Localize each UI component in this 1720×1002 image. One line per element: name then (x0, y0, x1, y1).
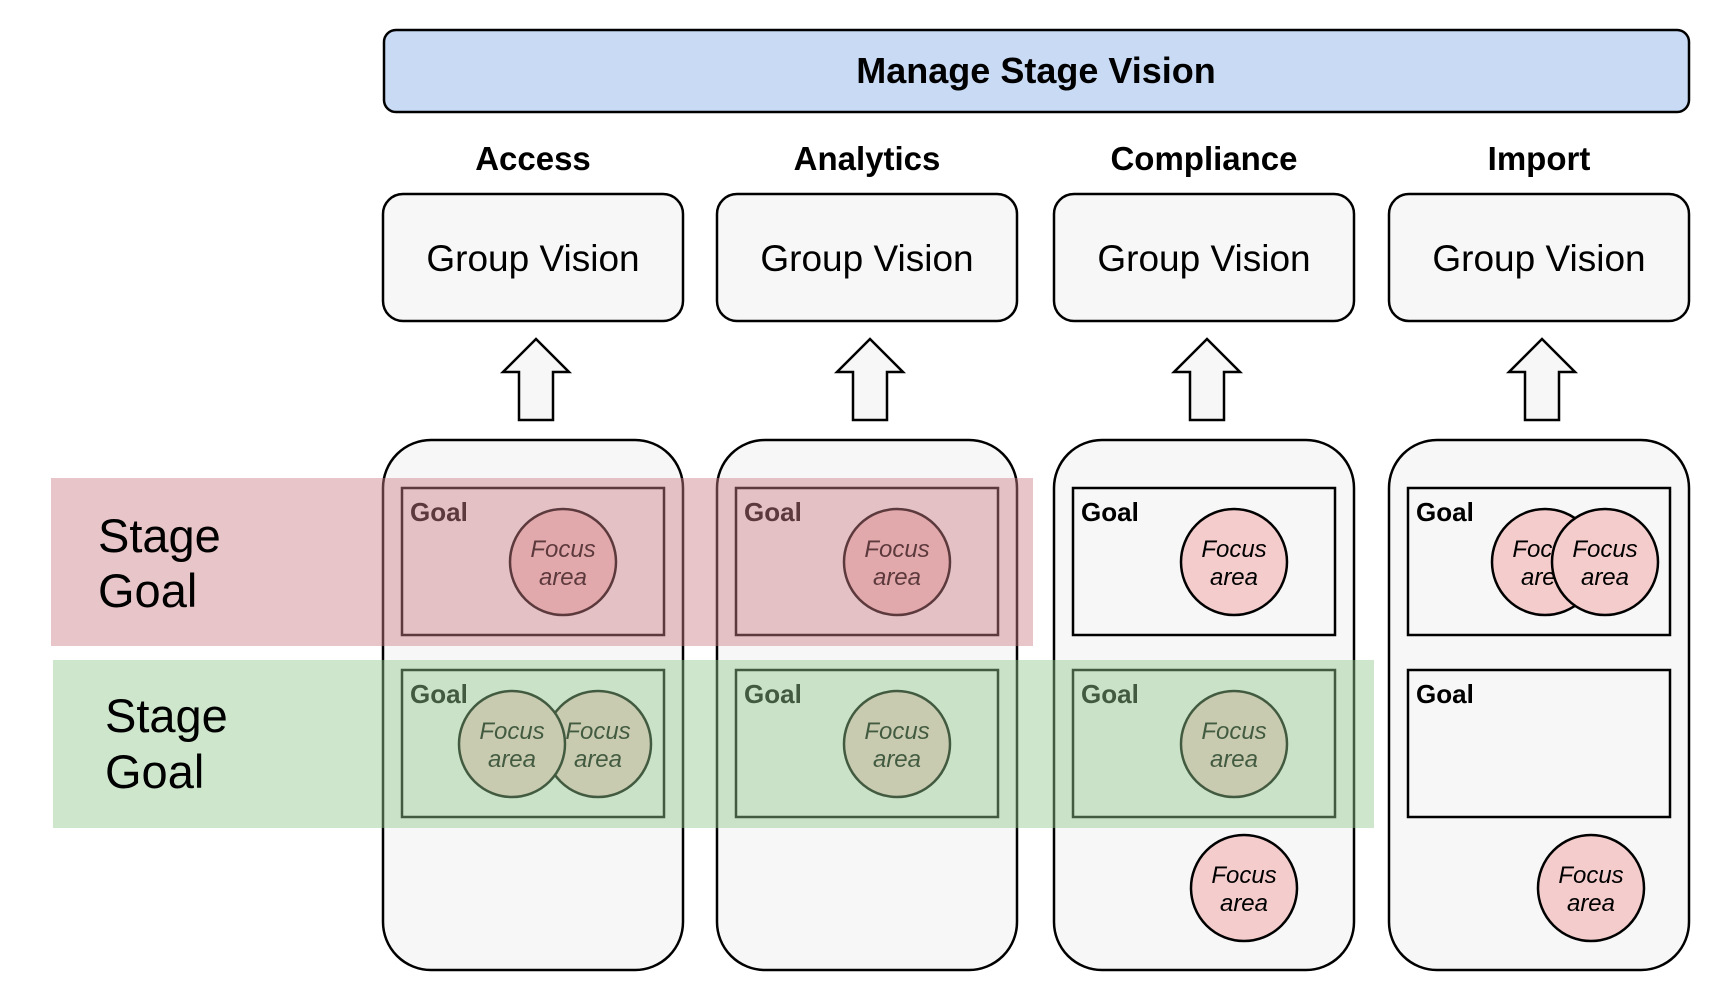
up-arrow-icon (1505, 337, 1579, 422)
stage-band-rect (53, 660, 1374, 828)
stage-band-red[interactable]: StageGoal (51, 478, 1033, 646)
focus-area-label: Focus (1201, 536, 1266, 563)
focus-area-label: area (1581, 564, 1629, 591)
focus-area-label: area (1567, 890, 1615, 917)
goal-label: Goal (1416, 679, 1474, 709)
up-arrow-icon (499, 337, 573, 422)
goal-box[interactable]: Goal Focusarea (1071, 486, 1337, 637)
group-vision-box[interactable]: Group Vision (381, 192, 685, 323)
column-compliance: ComplianceGroup VisionGoalFocusareaGoalF… (1052, 140, 1356, 972)
up-arrow-icon (1170, 337, 1244, 422)
group-vision-label: Group Vision (1432, 238, 1645, 279)
focus-area-label: Focus (1558, 862, 1623, 889)
stage-band-label: Goal (98, 564, 197, 617)
group-vision-label: Group Vision (760, 238, 973, 279)
title-label: Manage Stage Vision (856, 50, 1215, 91)
focus-area-label: area (1210, 564, 1258, 591)
column-header: Compliance (1110, 140, 1297, 177)
goal-label: Goal (1416, 497, 1474, 527)
stage-band-label: Goal (105, 745, 204, 798)
stage-band-rect (51, 478, 1033, 646)
goal-box[interactable]: Goal FocusareaFocusarea (1406, 486, 1672, 637)
diagram: Manage Stage Vision Access Group Vision Go… (51, 28, 1691, 972)
focus-area[interactable]: Focusarea (1536, 833, 1646, 943)
title-bar[interactable]: Manage Stage Vision (382, 28, 1691, 114)
focus-area-label: area (1220, 890, 1268, 917)
focus-area-label: Focus (1572, 536, 1637, 563)
stage-band-label: Stage (98, 509, 221, 562)
column-header: Analytics (794, 140, 941, 177)
group-vision-label: Group Vision (1097, 238, 1310, 279)
group-vision-label: Group Vision (426, 238, 639, 279)
column-import: ImportGroup VisionGoalFocusareaFocusarea… (1387, 140, 1691, 972)
stage-band-green[interactable]: StageGoal (53, 660, 1374, 828)
focus-area[interactable]: Focusarea (1550, 507, 1660, 617)
focus-area-label: Focus (1211, 862, 1276, 889)
goal-label: Goal (1081, 497, 1139, 527)
group-vision-box[interactable]: Group Vision (1052, 192, 1356, 323)
goal-box[interactable]: Goal (1406, 668, 1672, 819)
group-vision-box[interactable]: Group Vision (715, 192, 1019, 323)
group-vision-box[interactable]: Group Vision (1387, 192, 1691, 323)
column-header: Import (1488, 140, 1591, 177)
stage-band-label: Stage (105, 689, 228, 742)
focus-area[interactable]: Focusarea (1189, 833, 1299, 943)
up-arrow-icon (833, 337, 907, 422)
focus-area[interactable]: Focusarea (1179, 507, 1289, 617)
column-header: Access (475, 140, 591, 177)
